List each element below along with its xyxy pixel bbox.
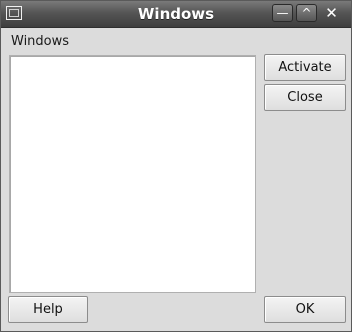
windows-dialog: Windows — ^ ✕ Windows Activate Close Hel… — [0, 0, 352, 332]
ok-button[interactable]: OK — [264, 296, 346, 323]
maximize-icon[interactable]: ^ — [296, 4, 317, 22]
close-icon[interactable]: ✕ — [321, 4, 342, 22]
title-bar[interactable]: Windows — ^ ✕ — [1, 1, 351, 28]
activate-button[interactable]: Activate — [264, 54, 346, 81]
close-button[interactable]: Close — [264, 84, 346, 111]
windows-list[interactable] — [9, 55, 256, 293]
windows-list-label: Windows — [11, 34, 70, 49]
minimize-icon[interactable]: — — [272, 4, 293, 22]
help-button[interactable]: Help — [8, 296, 88, 323]
